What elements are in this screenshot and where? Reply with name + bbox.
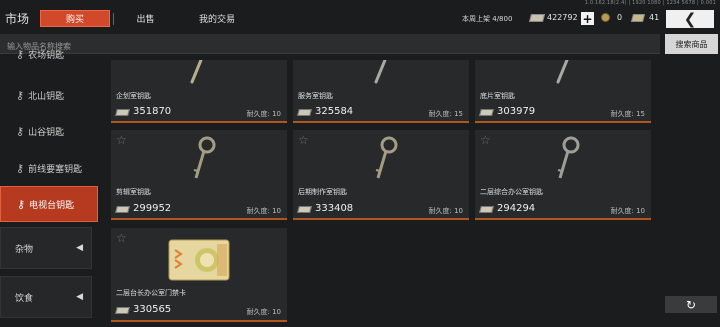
item-price: 299952 (133, 203, 172, 214)
item-name: 二层综合办公室钥匙 (480, 188, 543, 196)
tab-sell[interactable]: 出售 (123, 10, 168, 27)
item-card[interactable]: ☆ 二层台长办公室门禁卡 330565 耐久度: 10 (111, 228, 287, 322)
sidebar-item-label: 北山钥匙 (28, 91, 65, 102)
key-icon: ⚷ (16, 124, 25, 138)
money-amount: 422792 (547, 13, 578, 22)
sidebar-category-food[interactable]: 饮食 ◀ (0, 276, 92, 318)
keycard-icon (168, 239, 230, 281)
token-icon (630, 14, 646, 22)
sidebar: ⚷ 农场钥匙 ⚷ 北山钥匙 ⚷ 山谷钥匙 ⚷ 前线要塞钥匙 ⚷ 电视台钥匙 杂物… (0, 48, 98, 327)
item-durability: 耐久度: 10 (246, 308, 282, 316)
key-icon: ⚷ (16, 161, 25, 175)
sidebar-category-label: 饮食 (15, 293, 34, 304)
item-name: 底片室钥匙 (480, 92, 515, 100)
money-icon (297, 206, 312, 213)
chevron-left-icon: ◀ (76, 243, 83, 253)
back-button[interactable]: ❮ (666, 10, 714, 28)
item-grid: 企划室钥匙 351870 耐久度: 10 服务室钥匙 325584 耐久度: 1… (111, 60, 656, 322)
item-name: 企划室钥匙 (116, 92, 151, 100)
sidebar-item-label: 电视台钥匙 (29, 200, 75, 211)
item-price: 325584 (315, 106, 354, 117)
coin-icon (601, 13, 610, 22)
key-icon: ⚷ (16, 88, 25, 102)
sidebar-category-misc[interactable]: 杂物 ◀ (0, 227, 92, 269)
sidebar-item-tv-station-key[interactable]: ⚷ 电视台钥匙 (0, 186, 98, 222)
search-bar (0, 34, 660, 56)
key-icon (375, 136, 398, 179)
money-icon (115, 206, 130, 213)
sidebar-item-label: 农场钥匙 (28, 50, 65, 61)
search-input[interactable] (0, 37, 660, 56)
add-money-button[interactable]: + (581, 12, 594, 25)
coin-amount: 0 (617, 13, 623, 22)
sidebar-item-label: 前线要塞钥匙 (28, 164, 83, 175)
tab-buy[interactable]: 购买 (40, 10, 110, 27)
item-durability: 耐久度: 10 (246, 110, 282, 118)
weekly-count: 4/800 (492, 15, 513, 23)
tab-divider (113, 13, 114, 25)
item-price: 351870 (133, 106, 172, 117)
sidebar-item-farm-key[interactable]: ⚷ 农场钥匙 (0, 41, 98, 67)
key-icon: ⚷ (16, 47, 25, 61)
item-price: 294294 (497, 203, 536, 214)
item-price: 303979 (497, 106, 536, 117)
token-amount: 41 (649, 13, 660, 22)
tab-my-trades[interactable]: 我的交易 (187, 10, 247, 27)
search-button[interactable]: 搜索商品 (665, 34, 718, 54)
key-icon (190, 60, 203, 84)
sidebar-item-valley-key[interactable]: ⚷ 山谷钥匙 (0, 113, 98, 149)
favorite-star-icon[interactable]: ☆ (298, 133, 309, 147)
item-name: 后期制作室钥匙 (298, 188, 347, 196)
key-icon (193, 136, 216, 179)
sidebar-item-north-mountain-key[interactable]: ⚷ 北山钥匙 (0, 77, 98, 113)
chevron-left-icon: ◀ (76, 292, 83, 302)
item-card[interactable]: 企划室钥匙 351870 耐久度: 10 (111, 60, 287, 123)
money-icon (297, 109, 312, 116)
sidebar-category-label: 杂物 (15, 244, 34, 255)
favorite-star-icon[interactable]: ☆ (480, 133, 491, 147)
item-durability: 耐久度: 15 (610, 110, 646, 118)
item-durability: 耐久度: 15 (428, 110, 464, 118)
item-name: 二层台长办公室门禁卡 (116, 289, 186, 297)
page-title: 市场 (5, 12, 30, 26)
item-card[interactable]: ☆ 二层综合办公室钥匙 294294 耐久度: 10 (475, 130, 651, 220)
item-durability: 耐久度: 10 (246, 207, 282, 215)
item-price: 330565 (133, 304, 172, 315)
money-icon (479, 206, 494, 213)
weekly-label: 本周上架 (462, 15, 490, 23)
top-bar: 市场 购买 出售 我的交易 本周上架 4/800 422792 + 0 41 ❮ (0, 6, 720, 30)
money-icon (528, 14, 546, 22)
item-durability: 耐久度: 10 (610, 207, 646, 215)
item-card[interactable]: 服务室钥匙 325584 耐久度: 15 (293, 60, 469, 123)
item-price: 333408 (315, 203, 354, 214)
refresh-button[interactable]: ↻ (665, 296, 717, 313)
sidebar-item-label: 山谷钥匙 (28, 127, 65, 138)
item-name: 服务室钥匙 (298, 92, 333, 100)
money-icon (115, 109, 130, 116)
sidebar-item-frontline-fortress-key[interactable]: ⚷ 前线要塞钥匙 (0, 150, 98, 186)
item-card[interactable]: ☆ 剪辑室钥匙 299952 耐久度: 10 (111, 130, 287, 220)
item-card[interactable]: 底片室钥匙 303979 耐久度: 15 (475, 60, 651, 123)
key-icon (557, 136, 580, 179)
key-icon (556, 60, 569, 84)
item-name: 剪辑室钥匙 (116, 188, 151, 196)
item-card[interactable]: ☆ 后期制作室钥匙 333408 耐久度: 10 (293, 130, 469, 220)
item-durability: 耐久度: 10 (428, 207, 464, 215)
key-icon: ⚷ (17, 197, 26, 211)
money-icon (115, 307, 130, 314)
favorite-star-icon[interactable]: ☆ (116, 133, 127, 147)
favorite-star-icon[interactable]: ☆ (116, 231, 127, 245)
money-icon (479, 109, 494, 116)
weekly-listing-counter: 本周上架 4/800 (462, 14, 512, 24)
key-icon (374, 60, 387, 84)
